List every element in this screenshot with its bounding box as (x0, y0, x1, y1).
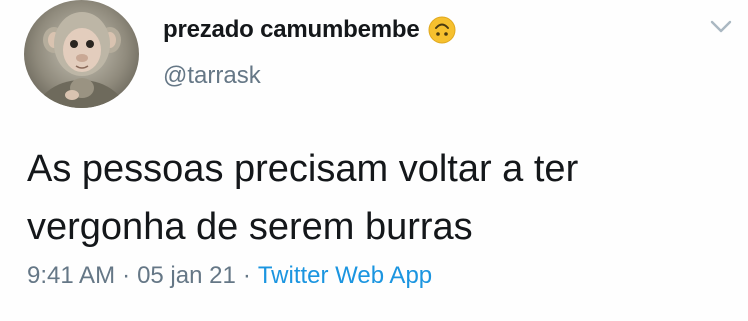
avatar[interactable] (24, 0, 139, 108)
meta-separator: · (242, 262, 251, 289)
tweet-source-link[interactable]: Twitter Web App (258, 262, 432, 290)
tweet-text-line: As pessoas precisam voltar a ter (27, 148, 579, 190)
user-handle[interactable]: @tarrask (163, 62, 261, 90)
tweet-time[interactable]: 9:41 AM (27, 262, 115, 290)
monkey-avatar-image (35, 12, 127, 108)
tweet-card: prezado camumbembe @tarrask As pessoas p… (0, 0, 748, 321)
display-name[interactable]: prezado camumbembe (163, 16, 420, 44)
tweet-text-line: vergonha de serem burras (27, 206, 473, 248)
upside-down-face-icon (427, 15, 457, 45)
tweet-text: As pessoas precisam voltar a ter vergonh… (27, 140, 727, 256)
tweet-meta: 9:41 AM · 05 jan 21 · Twitter Web App (27, 262, 432, 290)
tweet-date[interactable]: 05 jan 21 (137, 262, 236, 290)
name-row: prezado camumbembe (163, 10, 457, 50)
chevron-down-icon[interactable] (708, 16, 734, 36)
meta-separator: · (122, 262, 131, 289)
